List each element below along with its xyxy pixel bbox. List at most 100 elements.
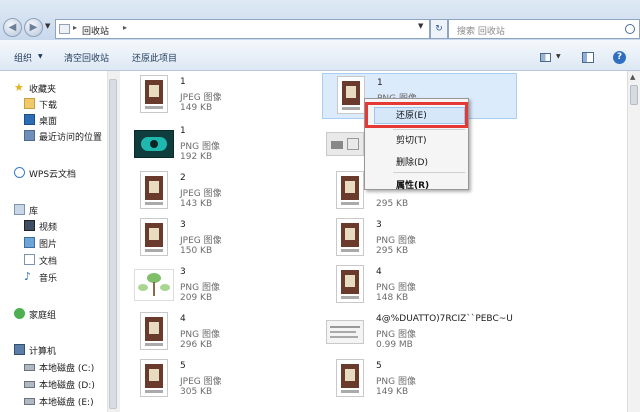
jpeg-portrait-thumbnail [140,75,168,113]
file-item[interactable]: 5 JPEG 图像 305 KB [126,357,316,403]
file-name: 1 [180,126,186,136]
file-item[interactable] [322,122,364,168]
chevron-down-icon[interactable]: ▼ [38,53,43,60]
recent-pages-dropdown[interactable]: ▼ [45,22,50,30]
file-size: 143 KB [180,199,213,209]
file-size: 150 KB [180,246,213,256]
search-icon[interactable] [625,24,635,34]
file-size: 0.99 MB [376,340,413,350]
sidebar-item-label: 图片 [39,240,58,250]
png-portrait-thumbnail [336,218,364,256]
file-size: 149 KB [376,387,409,397]
view-options-chevron-icon[interactable]: ▼ [556,53,561,60]
sidebar-item-label: 最近访问的位置 [39,133,103,143]
search-placeholder: 搜索 回收站 [457,27,505,37]
file-name: 4 [180,314,186,324]
scrollbar-thumb[interactable] [630,85,638,105]
file-item[interactable]: 1 PNG 图像 192 KB [126,122,316,168]
file-item[interactable]: 4 PNG 图像 296 KB [126,310,316,356]
file-size: 295 KB [376,246,409,256]
path-separator-icon[interactable]: ▸ [73,23,77,32]
file-name: 4@%DUATTO)7RCIZ``PEBC~U [376,314,513,324]
file-item[interactable]: 1 JPEG 图像 149 KB [126,73,316,119]
file-type: JPEG 图像 [180,377,222,387]
sidebar-scrollbar-thumb[interactable] [109,79,117,409]
refresh-icon: ↻ [435,24,443,34]
back-button[interactable]: ◀ [3,18,22,37]
desktop-icon [24,114,35,125]
restore-item-button[interactable]: 还原此项目 [132,51,177,64]
sidebar-item-label: 音乐 [39,274,58,284]
file-size: 149 KB [180,103,213,113]
file-size: 192 KB [180,152,213,162]
file-item[interactable]: 5 PNG 图像 149 KB [322,357,517,403]
address-bar: ◀ ▶ ▼ ▸ 回收站 ▸ ▼ ↻ 搜索 回收站 [0,0,640,40]
file-type: PNG 图像 [376,283,416,293]
file-item[interactable]: 3 PNG 图像 209 KB [126,263,316,309]
file-name: 1 [377,78,383,88]
video-library-icon [24,220,35,231]
file-item[interactable]: 3 JPEG 图像 150 KB [126,216,316,262]
file-type: JPEG 图像 [180,189,222,199]
jpeg-portrait-thumbnail [140,359,168,397]
organize-button[interactable]: 组织 [14,51,32,64]
file-size: 148 KB [376,293,409,303]
documents-library-icon [24,254,35,265]
menu-separator [393,129,465,130]
file-item[interactable]: 2 JPEG 图像 143 KB [126,169,316,215]
file-type: PNG 图像 [180,142,220,152]
sidebar-item-label: 库 [29,207,39,217]
menu-item-restore[interactable]: 还原(E) [396,108,427,121]
path-history-dropdown[interactable]: ▼ [418,22,423,30]
sketch-thumbnail [326,132,364,156]
file-type: PNG 图像 [180,330,220,340]
preview-pane-icon[interactable] [582,52,594,63]
sidebar-item-label: 下载 [39,101,58,111]
menu-item-delete[interactable]: 删除(D) [396,155,428,168]
cloud-icon [14,167,25,178]
path-separator-icon[interactable]: ▸ [123,23,127,32]
sidebar-item-label: 本地磁盘 (C:) [39,364,95,374]
path-segment-recycle-bin[interactable]: 回收站 [82,24,109,37]
sidebar-item-label: 桌面 [39,117,58,127]
music-library-icon: ♪ [24,270,32,283]
file-item[interactable]: 4 PNG 图像 148 KB [322,263,517,309]
navigation-pane: ★ 收藏夹 下载 桌面 最近访问的位置 WPS云文档 库 视频 图片 文档 ♪ … [0,71,120,412]
menu-item-properties[interactable]: 属性(R) [396,178,429,191]
address-path[interactable]: ▸ 回收站 ▸ [55,19,430,39]
png-portrait-thumbnail [336,171,364,209]
file-name: 3 [180,267,186,277]
forward-button[interactable]: ▶ [24,18,43,37]
pictures-library-icon [24,237,35,248]
sidebar-item-label: 文档 [39,257,58,267]
scroll-up-icon[interactable]: ▲ [630,73,635,81]
file-item[interactable]: 4@%DUATTO)7RCIZ``PEBC~U PNG 图像 0.99 MB [322,310,522,356]
file-size: 296 KB [180,340,213,350]
search-input[interactable]: 搜索 回收站 [448,19,640,39]
homegroup-icon [14,308,25,319]
file-type: JPEG 图像 [180,93,222,103]
jpeg-portrait-thumbnail [140,218,168,256]
empty-recycle-bin-button[interactable]: 清空回收站 [64,51,109,64]
text-screenshot-thumbnail [326,320,364,344]
file-size: 209 KB [180,293,213,303]
sidebar-item-label: 本地磁盘 (E:) [39,398,94,408]
back-arrow-icon: ◀ [8,22,17,33]
file-type: PNG 图像 [180,283,220,293]
menu-separator [393,172,465,173]
file-item[interactable]: 3 PNG 图像 295 KB [322,216,517,262]
file-name: 4 [376,267,382,277]
forward-arrow-icon: ▶ [29,22,38,33]
change-view-icon[interactable] [540,53,551,62]
png-portrait-thumbnail [336,359,364,397]
menu-item-cut[interactable]: 剪切(T) [396,133,427,146]
file-list-scrollbar[interactable]: ▲ [627,71,640,412]
recent-places-icon [24,130,35,141]
sidebar-item-label: 本地磁盘 (D:) [39,381,95,391]
help-icon[interactable]: ? [613,51,626,64]
sidebar-item-label: 收藏夹 [29,85,57,95]
file-name: 5 [376,361,382,371]
sidebar-item-label: WPS云文档 [29,170,77,180]
refresh-button[interactable]: ↻ [430,19,448,39]
png-portrait-thumbnail [336,265,364,303]
